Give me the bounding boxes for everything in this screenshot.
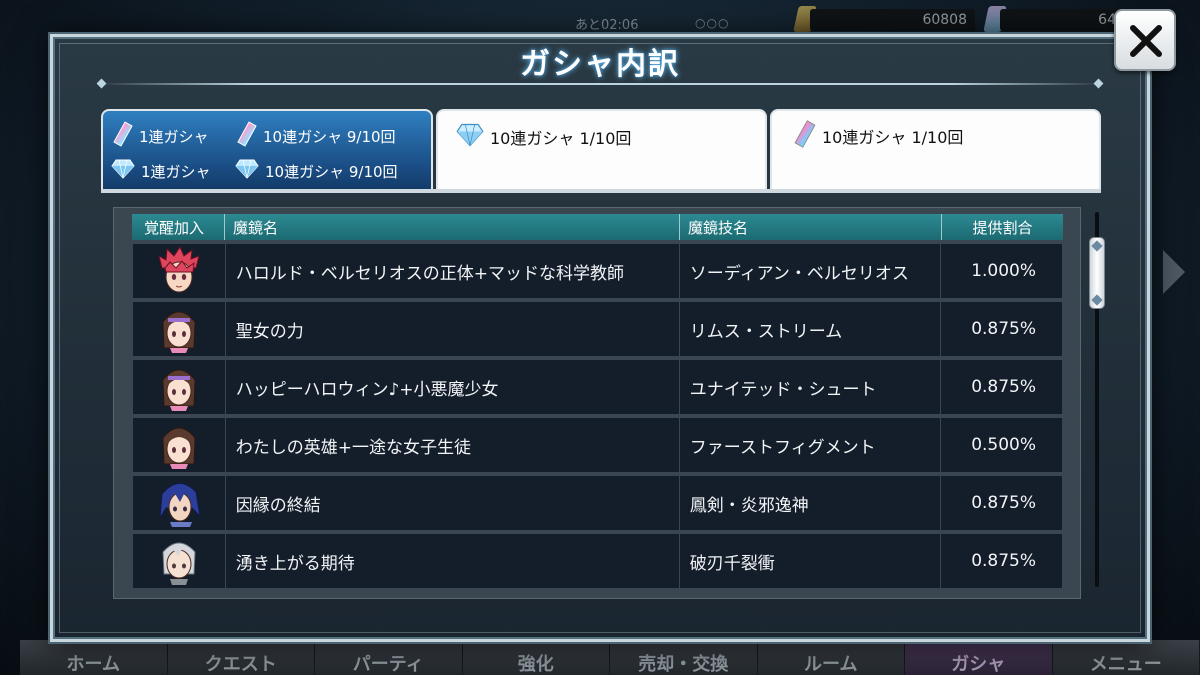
nav-menu: メニュー — [1053, 640, 1200, 675]
rainbow-crystal-icon — [113, 121, 133, 151]
tab-row-diamond-ten: 10連ガシャ 9/10回 — [235, 159, 398, 183]
mirror-name: わたしの英雄+一途な女子生徒 — [226, 418, 680, 472]
tab-label-single-diamond: 1連ガシャ — [141, 162, 211, 181]
stamina-indicator: ○○○ — [695, 16, 730, 30]
next-arrow-icon — [1163, 250, 1185, 294]
header-skill-name: 魔鏡技名 — [680, 214, 942, 240]
tab3-row: 10連ガシャ 1/10回 — [794, 119, 963, 153]
rate-value: 0.875% — [971, 551, 1037, 571]
close-icon — [1130, 25, 1162, 57]
tab-label-ten: 10連ガシャ 9/10回 — [263, 127, 396, 146]
diamond-icon — [456, 123, 484, 151]
mirror-name: ハロルド・ベルセリオスの正体+マッドな科学教師 — [226, 244, 680, 298]
blue-haired-man-icon — [159, 483, 201, 527]
avatar-cell — [133, 302, 226, 356]
rate-table[interactable]: 覚醒加入 魔鏡名 魔鏡技名 提供割合 ハロルド・ベルセリオスの正体+マッドな科学… — [132, 214, 1063, 594]
brown-haired-girl-icon — [162, 427, 196, 469]
skill-name: 破刃千裂衝 — [680, 534, 942, 588]
diamond-icon — [111, 159, 135, 183]
tab-label-single: 1連ガシャ — [139, 127, 209, 146]
rainbow-crystal-icon — [237, 121, 257, 151]
skill-name: ファーストフィグメント — [680, 418, 942, 472]
avatar-cell — [133, 360, 226, 414]
brown-haired-girl-icon — [162, 311, 196, 353]
crystal-currency: 64 — [1000, 9, 1120, 31]
skill-name: リムス・ストリーム — [680, 302, 942, 356]
avatar-cell — [133, 534, 226, 588]
red-haired-boy-icon — [158, 246, 200, 293]
gold-currency: 60808 — [810, 9, 975, 31]
tab-diamond-ten-pull[interactable]: 10連ガシャ 1/10回 — [436, 109, 767, 191]
mirror-name: 湧き上がる期待 — [226, 534, 680, 588]
avatar-cell — [133, 418, 226, 472]
mirror-name: ハッピーハロウィン♪+小悪魔少女 — [226, 360, 680, 414]
header-mirror-name: 魔鏡名 — [225, 214, 680, 240]
header-rate: 提供割合 — [972, 219, 1033, 237]
modal-title: ガシャ内訳 — [520, 47, 680, 82]
table-row: 聖女の力 リムス・ストリーム 0.875% — [132, 301, 1063, 357]
rate-value: 0.500% — [971, 435, 1037, 455]
nav-home: ホーム — [20, 640, 168, 675]
table-row: 湧き上がる期待 破刃千裂衝 0.875% — [132, 533, 1063, 589]
header-awaken: 覚醒加入 — [132, 214, 225, 240]
scrollbar-thumb[interactable] — [1089, 237, 1105, 309]
tab-row-rainbow: 1連ガシャ — [113, 121, 209, 151]
gold-amount: 60808 — [922, 12, 967, 28]
tab3-label: 10連ガシャ 1/10回 — [822, 128, 964, 147]
rate-table-panel: 覚醒加入 魔鏡名 魔鏡技名 提供割合 ハロルド・ベルセリオスの正体+マッドな科学… — [113, 207, 1081, 599]
bottom-nav: ホーム クエスト パーティ 強化 売却・交換 ルーム ガシャ メニュー — [20, 640, 1200, 675]
tab-underline — [101, 189, 1101, 193]
rate-value: 0.875% — [971, 377, 1037, 397]
avatar-cell — [133, 476, 226, 530]
rate-value: 0.875% — [971, 493, 1037, 513]
gacha-breakdown-modal: ガシャ内訳 1連ガシャ 10連ガシャ 9/10回 1連ガシャ 10連ガシャ 9/… — [50, 34, 1150, 642]
rate-value: 0.875% — [971, 319, 1037, 339]
nav-room: ルーム — [758, 640, 905, 675]
table-row: ハロルド・ベルセリオスの正体+マッドな科学教師 ソーディアン・ベルセリオス 1.… — [132, 243, 1063, 299]
mirror-name: 聖女の力 — [226, 302, 680, 356]
nav-enhance: 強化 — [463, 640, 610, 675]
tab2-label: 10連ガシャ 1/10回 — [490, 129, 632, 148]
skill-name: ユナイテッド・シュート — [680, 360, 942, 414]
nav-party: パーティ — [315, 640, 463, 675]
tab-single-and-ten-pull[interactable]: 1連ガシャ 10連ガシャ 9/10回 1連ガシャ 10連ガシャ 9/10回 — [101, 109, 433, 191]
background-hud: あと02:06 ○○○ 60808 64 — [0, 0, 1200, 36]
skill-name: ソーディアン・ベルセリオス — [680, 244, 942, 298]
tab2-row: 10連ガシャ 1/10回 — [456, 123, 631, 151]
table-body: ハロルド・ベルセリオスの正体+マッドな科学教師 ソーディアン・ベルセリオス 1.… — [132, 243, 1063, 591]
rainbow-crystal-icon — [794, 119, 816, 153]
brown-haired-girl-icon — [162, 369, 196, 411]
rate-value: 1.000% — [971, 261, 1037, 281]
nav-gacha: ガシャ — [905, 640, 1053, 675]
close-button[interactable] — [1114, 9, 1176, 71]
table-row: 因縁の終結 鳳剣・炎邪逸神 0.875% — [132, 475, 1063, 531]
avatar-cell — [133, 244, 226, 298]
event-timer: あと02:06 — [575, 18, 639, 33]
tab-rainbow-ten-pull[interactable]: 10連ガシャ 1/10回 — [770, 109, 1101, 191]
nav-quest: クエスト — [168, 640, 315, 675]
table-row: わたしの英雄+一途な女子生徒 ファーストフィグメント 0.500% — [132, 417, 1063, 473]
nav-sell-exchange: 売却・交換 — [610, 640, 758, 675]
tab-row-diamond: 1連ガシャ — [111, 159, 211, 183]
title-divider — [98, 83, 1102, 85]
table-row: ハッピーハロウィン♪+小悪魔少女 ユナイテッド・シュート 0.875% — [132, 359, 1063, 415]
table-header: 覚醒加入 魔鏡名 魔鏡技名 提供割合 — [132, 214, 1063, 240]
skill-name: 鳳剣・炎邪逸神 — [680, 476, 942, 530]
mirror-name: 因縁の終結 — [226, 476, 680, 530]
silver-haired-man-icon — [162, 542, 196, 585]
tab-row-rainbow-ten: 10連ガシャ 9/10回 — [237, 121, 396, 151]
diamond-icon — [235, 159, 259, 183]
tab-label-ten-diamond: 10連ガシャ 9/10回 — [265, 162, 398, 181]
